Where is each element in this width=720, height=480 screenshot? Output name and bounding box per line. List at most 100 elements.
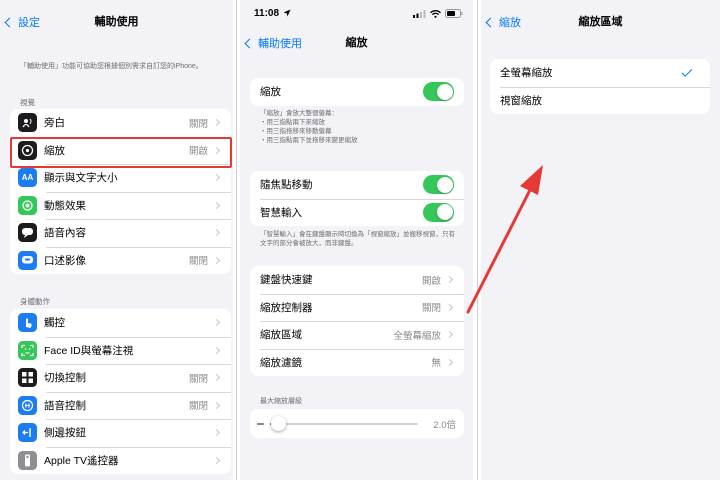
settings-row-label: 觸控 <box>44 317 65 330</box>
slider-min-icon <box>257 423 264 425</box>
chevron-right-icon <box>212 229 221 237</box>
settings-row[interactable]: 觸控 <box>10 309 231 337</box>
settings-row[interactable]: 切換控制 關閉 <box>10 364 231 392</box>
zoom-option-label: 縮放控制器 <box>260 301 313 314</box>
zoom-option-label: 縮放濾鏡 <box>260 356 302 369</box>
focus-typing-group: 隨焦點移動 智慧輸入 <box>250 171 464 226</box>
status-bar: 11:08 <box>240 6 473 22</box>
settings-row-value: 關閉 <box>188 401 208 413</box>
face-id-icon <box>18 340 37 360</box>
settings-row-value: 關閉 <box>188 118 208 130</box>
chevron-right-icon <box>445 303 454 311</box>
signal-icon <box>413 9 426 18</box>
back-button[interactable]: 輔助使用 <box>244 33 302 53</box>
settings-row-label: 語音控制 <box>44 399 86 412</box>
settings-row-label: 旁白 <box>44 117 65 130</box>
zoom-option-label: 鍵盤快速鍵 <box>260 274 313 287</box>
zoom-region-panel: 縮放 縮放區域 全螢幕縮放 視窗縮放 <box>481 0 720 480</box>
max-zoom-slider-track[interactable] <box>270 423 418 425</box>
zoom-region-option-label: 全螢幕縮放 <box>500 67 553 80</box>
voice-control-icon <box>18 395 37 415</box>
zoom-region-option[interactable]: 全螢幕縮放 <box>490 59 710 87</box>
switch-control-icon <box>18 368 37 388</box>
follow-focus-row: 隨焦點移動 <box>250 171 464 199</box>
follow-focus-label: 隨焦點移動 <box>260 179 313 192</box>
location-icon <box>283 9 291 17</box>
chevron-right-icon <box>212 401 221 409</box>
battery-icon <box>445 9 463 18</box>
voiceover-icon <box>18 113 37 133</box>
motion-icon <box>18 195 37 215</box>
zoom-region-option[interactable]: 視窗縮放 <box>490 86 710 115</box>
zoom-toggle[interactable] <box>423 82 454 102</box>
chevron-left-icon <box>244 38 255 48</box>
panel-divider <box>236 0 237 480</box>
chevron-left-icon <box>4 17 15 27</box>
section-header-physical: 身體動作 <box>20 297 50 306</box>
settings-row-label: Apple TV遙控器 <box>44 454 119 467</box>
smart-typing-toggle[interactable] <box>423 202 454 222</box>
zoom-row-highlight <box>10 137 232 168</box>
zoom-option-row[interactable]: 鍵盤快速鍵 開啟 <box>250 266 464 294</box>
status-time: 11:08 <box>254 8 280 19</box>
accessibility-panel: 設定 輔助使用 「輔助使用」功能可協助您根據個別需求自訂您的iPhone。 視覺… <box>0 0 233 480</box>
settings-row-label: 動態效果 <box>44 199 86 212</box>
zoom-option-value: 無 <box>431 358 441 370</box>
settings-row[interactable]: Face ID與螢幕注視 <box>10 336 231 365</box>
settings-row-label: 語音內容 <box>44 227 86 240</box>
chevron-right-icon <box>212 374 221 382</box>
checkmark-icon <box>681 65 693 77</box>
max-zoom-slider-group: 2.0倍 <box>250 409 464 438</box>
zoom-option-row[interactable]: 縮放濾鏡 無 <box>250 348 464 377</box>
smart-typing-description: 「智慧輸入」會在鍵盤顯示時切換為「視窗縮放」並搬移視窗，只有文字的部分會被放大，… <box>260 231 455 247</box>
back-label: 輔助使用 <box>258 38 302 50</box>
touch-icon <box>18 313 37 333</box>
settings-row-label: 顯示與文字大小 <box>44 172 118 185</box>
chevron-right-icon <box>212 119 221 127</box>
tv-remote-icon <box>18 450 37 470</box>
chevron-right-icon <box>212 319 221 327</box>
settings-row[interactable]: 語音控制 關閉 <box>10 391 231 420</box>
settings-row[interactable]: 旁白 關閉 <box>10 109 231 137</box>
chevron-right-icon <box>212 456 221 464</box>
zoom-region-option-label: 視窗縮放 <box>500 94 542 107</box>
spoken-content-icon <box>18 223 37 243</box>
chevron-right-icon <box>445 276 454 284</box>
settings-row[interactable]: 口述影像 關閉 <box>10 246 231 275</box>
follow-focus-toggle[interactable] <box>423 175 454 195</box>
zoom-options-group: 鍵盤快速鍵 開啟縮放控制器 關閉 縮放區域 全螢幕縮放縮放濾鏡 無 <box>250 266 464 376</box>
chevron-right-icon <box>212 256 221 264</box>
settings-row-label: 切換控制 <box>44 372 86 385</box>
navigation-bar: 輔助使用 縮放 <box>240 33 473 53</box>
settings-row-value: 關閉 <box>188 256 208 268</box>
chevron-right-icon <box>212 174 221 182</box>
back-label: 設定 <box>18 17 40 29</box>
chevron-right-icon <box>212 429 221 437</box>
navigation-bar: 設定 輔助使用 <box>0 12 233 32</box>
chevron-right-icon <box>445 331 454 339</box>
page-description: 「輔助使用」功能可協助您根據個別需求自訂您的iPhone。 <box>20 63 203 70</box>
settings-row[interactable]: 動態效果 <box>10 191 231 220</box>
physical-settings-group: 觸控 Face ID與螢幕注視 切換控制 關閉 語音控制 關閉 側邊按鈕 Apple TV遙控… <box>10 309 231 474</box>
smart-typing-row: 智慧輸入 <box>250 198 464 227</box>
max-zoom-slider-knob[interactable] <box>271 416 287 431</box>
back-label: 縮放 <box>499 17 521 29</box>
zoom-option-value: 開啟 <box>421 275 441 287</box>
zoom-option-row[interactable]: 縮放控制器 關閉 <box>250 293 464 322</box>
settings-row-label: 口述影像 <box>44 254 86 267</box>
settings-row-label: 側邊按鈕 <box>44 427 86 440</box>
settings-row[interactable]: 語音內容 <box>10 219 231 247</box>
back-button[interactable]: 設定 <box>4 12 40 32</box>
text-size-icon: AA <box>18 168 37 188</box>
settings-row[interactable]: AA 顯示與文字大小 <box>10 164 231 192</box>
settings-row[interactable]: Apple TV遙控器 <box>10 446 231 475</box>
zoom-option-row[interactable]: 縮放區域 全螢幕縮放 <box>250 321 464 349</box>
vision-settings-group: 旁白 關閉 縮放 開啟 AA 顯示與文字大小 動態效果 語音內容 口述影像 關閉 <box>10 109 231 274</box>
settings-row[interactable]: 側邊按鈕 <box>10 419 231 447</box>
zoom-option-label: 縮放區域 <box>260 329 302 342</box>
settings-row-value: 關閉 <box>188 373 208 385</box>
back-button[interactable]: 縮放 <box>485 12 521 32</box>
zoom-label: 縮放 <box>260 86 281 99</box>
audio-description-icon <box>18 250 37 270</box>
panel-divider <box>477 0 478 480</box>
